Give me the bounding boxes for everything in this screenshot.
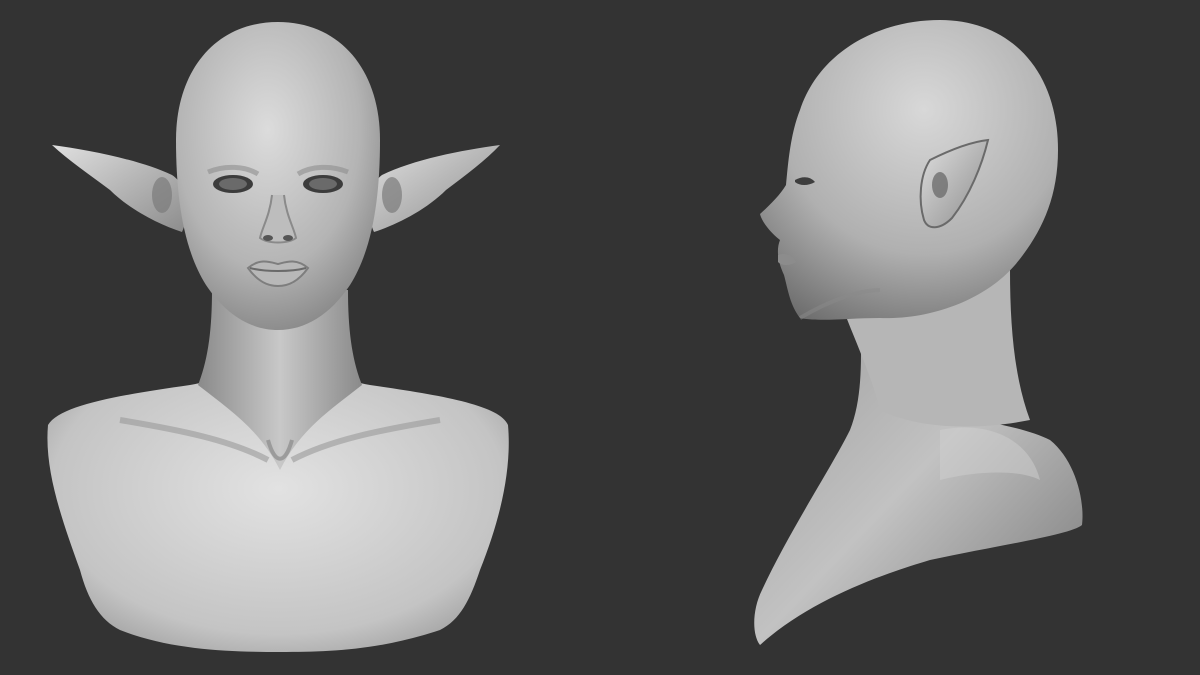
sculpt-render [47, 20, 1083, 652]
viewport [0, 0, 1200, 675]
side-view-bust [754, 20, 1083, 645]
front-view-bust [47, 22, 509, 652]
side-head [760, 20, 1058, 320]
